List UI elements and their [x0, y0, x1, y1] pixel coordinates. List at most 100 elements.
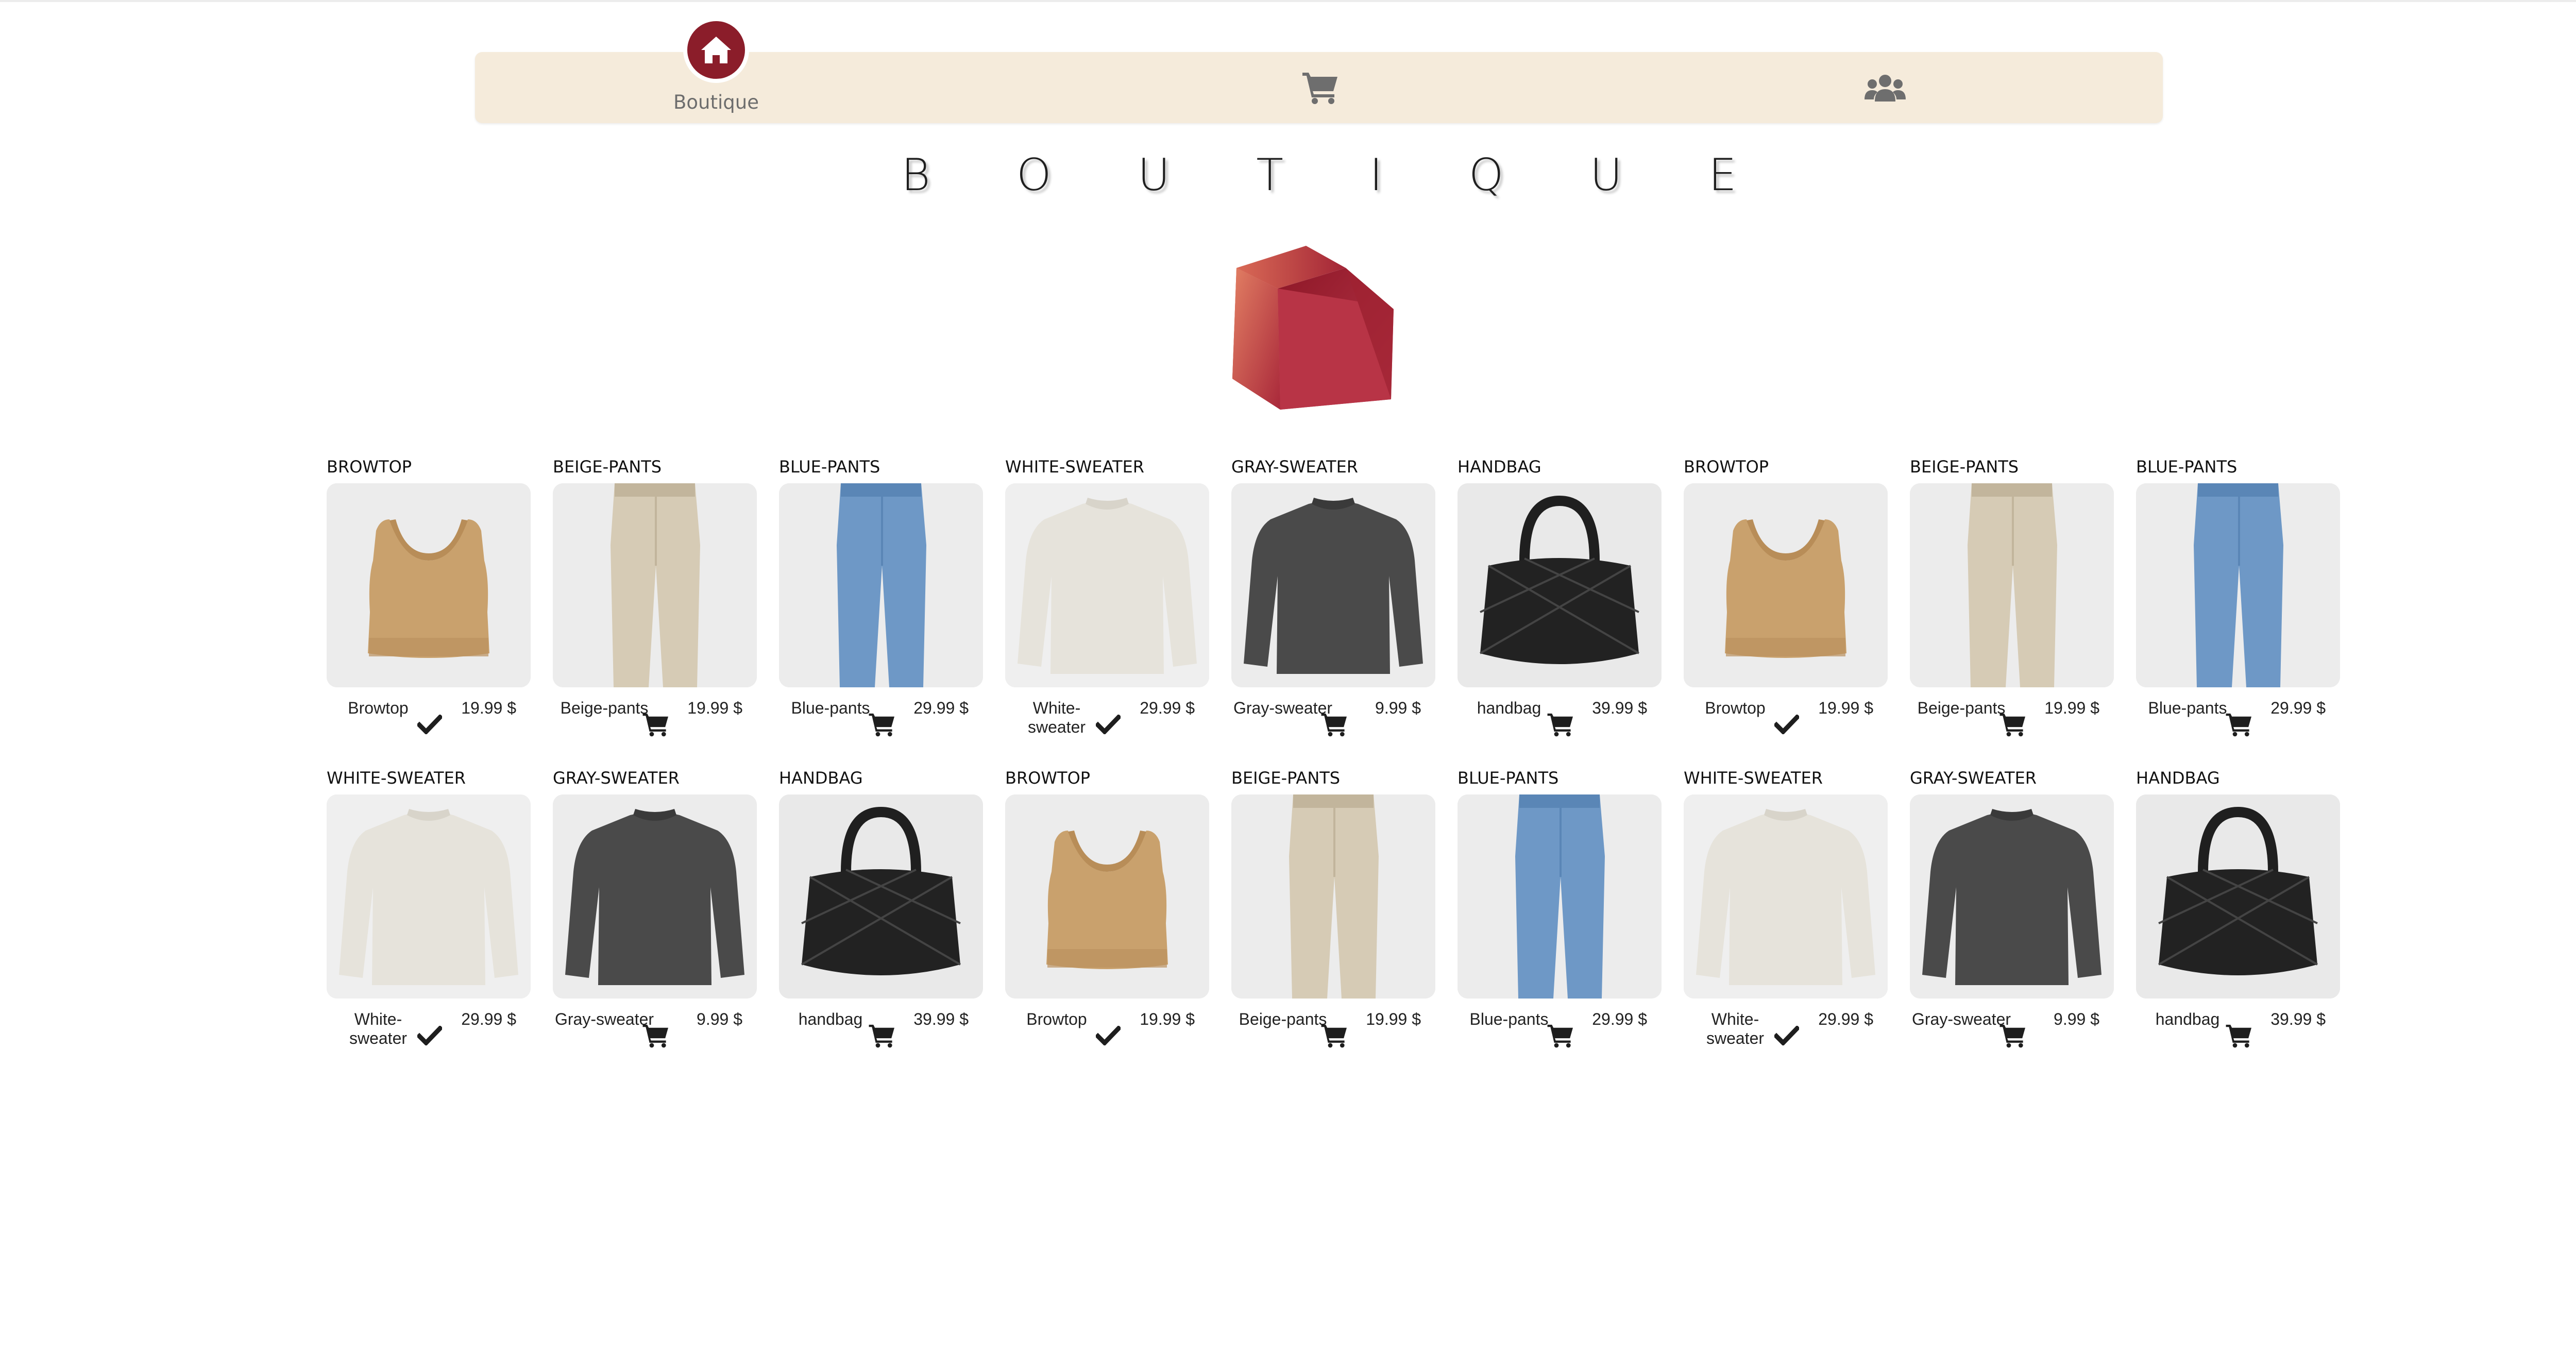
product-price: 39.99 $ — [913, 1010, 969, 1028]
add-to-cart-button[interactable] — [2224, 710, 2255, 739]
add-to-cart-button[interactable] — [1319, 1021, 1350, 1050]
product-price: 29.99 $ — [913, 699, 969, 717]
product-image[interactable] — [779, 794, 983, 999]
product-image[interactable] — [1005, 483, 1209, 687]
added-check-button[interactable] — [414, 710, 445, 739]
product-image[interactable] — [1458, 794, 1662, 999]
product-card: WHITE-SWEATER White-sweater 29.99 $ — [1684, 767, 1891, 1078]
product-price: 19.99 $ — [2044, 699, 2099, 717]
product-image[interactable] — [1005, 794, 1209, 999]
add-to-cart-button[interactable] — [1319, 710, 1350, 739]
nav-item-boutique[interactable]: Boutique — [666, 17, 767, 123]
product-name: BLUE-PANTS — [1458, 768, 1559, 788]
cart-icon — [868, 1023, 896, 1048]
cart-icon — [1999, 1023, 2027, 1048]
product-card: BLUE-PANTS Blue-pants 29.99 $ — [1458, 767, 1665, 1078]
product-price: 9.99 $ — [697, 1010, 742, 1028]
add-to-cart-button[interactable] — [1997, 710, 2028, 739]
add-to-cart-button[interactable] — [2224, 1021, 2255, 1050]
nav-item-users[interactable] — [1852, 52, 1919, 123]
check-icon — [1096, 1026, 1121, 1045]
product-image[interactable] — [327, 794, 531, 999]
check-icon — [417, 1026, 442, 1045]
product-card: BROWTOP Browtop 19.99 $ — [327, 455, 534, 767]
add-to-cart-button[interactable] — [867, 1021, 897, 1050]
product-card: BROWTOP Browtop 19.99 $ — [1005, 767, 1212, 1078]
product-image[interactable] — [1910, 483, 2114, 687]
users-icon[interactable] — [1863, 72, 1907, 104]
product-image[interactable] — [779, 483, 983, 687]
product-image[interactable] — [1458, 483, 1662, 687]
product-name: BLUE-PANTS — [779, 457, 880, 477]
product-name: GRAY-SWEATER — [1231, 457, 1359, 477]
product-name: BEIGE-PANTS — [553, 457, 662, 477]
cart-icon — [1320, 712, 1348, 737]
product-card: GRAY-SWEATER Gray-sweater 9.99 $ — [1910, 767, 2117, 1078]
cart-icon — [868, 712, 896, 737]
product-image[interactable] — [553, 483, 757, 687]
cart-icon — [1320, 1023, 1348, 1048]
product-price: 39.99 $ — [1592, 699, 1647, 717]
check-icon — [1774, 1026, 1799, 1045]
product-image[interactable] — [1231, 483, 1435, 687]
product-image[interactable] — [327, 483, 531, 687]
top-border — [0, 0, 2576, 2]
add-to-cart-button[interactable] — [1545, 710, 1576, 739]
product-image[interactable] — [2136, 483, 2340, 687]
product-image[interactable] — [2136, 794, 2340, 999]
added-check-button[interactable] — [414, 1021, 445, 1050]
product-image[interactable] — [1684, 794, 1888, 999]
nav-item-label[interactable]: Boutique — [666, 91, 767, 113]
product-name: WHITE-SWEATER — [327, 768, 466, 788]
product-image[interactable] — [1684, 483, 1888, 687]
product-name: HANDBAG — [1458, 457, 1541, 477]
product-image[interactable] — [553, 794, 757, 999]
home-icon[interactable] — [683, 17, 749, 83]
product-price: 29.99 $ — [2270, 699, 2326, 717]
product-card: HANDBAG handbag 39.99 $ — [1458, 455, 1665, 767]
product-name: BROWTOP — [327, 457, 412, 477]
added-check-button[interactable] — [1093, 710, 1124, 739]
product-name: GRAY-SWEATER — [553, 768, 680, 788]
product-name: HANDBAG — [779, 768, 863, 788]
product-name: BEIGE-PANTS — [1910, 457, 2019, 477]
product-card: BLUE-PANTS Blue-pants 29.99 $ — [779, 455, 986, 767]
added-check-button[interactable] — [1771, 710, 1802, 739]
product-card: HANDBAG handbag 39.99 $ — [779, 767, 986, 1078]
cart-icon — [2225, 712, 2253, 737]
cart-icon — [1999, 712, 2027, 737]
add-to-cart-button[interactable] — [640, 1021, 671, 1050]
product-name: GRAY-SWEATER — [1910, 768, 2037, 788]
product-price: 19.99 $ — [1818, 699, 1873, 717]
product-card: GRAY-SWEATER Gray-sweater 9.99 $ — [1231, 455, 1438, 767]
add-to-cart-button[interactable] — [1545, 1021, 1576, 1050]
product-price: 19.99 $ — [1140, 1010, 1195, 1028]
product-card: WHITE-SWEATER White-sweater 29.99 $ — [1005, 455, 1212, 767]
check-icon — [1774, 715, 1799, 734]
added-check-button[interactable] — [1771, 1021, 1802, 1050]
product-card: BEIGE-PANTS Beige-pants 19.99 $ — [1231, 767, 1438, 1078]
cart-icon — [642, 1023, 670, 1048]
add-to-cart-button[interactable] — [1997, 1021, 2028, 1050]
product-name: BLUE-PANTS — [2136, 457, 2238, 477]
add-to-cart-button[interactable] — [867, 710, 897, 739]
product-price: 39.99 $ — [2270, 1010, 2326, 1028]
nav-bar: Boutique — [475, 17, 2163, 123]
nav-item-cart[interactable] — [1292, 52, 1349, 123]
added-check-button[interactable] — [1093, 1021, 1124, 1050]
page-title: B O U T I Q U E — [901, 149, 1773, 201]
cart-icon — [1547, 1023, 1574, 1048]
product-image[interactable] — [1910, 794, 2114, 999]
product-price: 29.99 $ — [1818, 1010, 1873, 1028]
cube-logo — [1226, 240, 1401, 412]
product-card: BROWTOP Browtop 19.99 $ — [1684, 455, 1891, 767]
add-to-cart-button[interactable] — [640, 710, 671, 739]
product-card: HANDBAG handbag 39.99 $ — [2136, 767, 2343, 1078]
product-price: 19.99 $ — [1366, 1010, 1421, 1028]
product-image[interactable] — [1231, 794, 1435, 999]
product-card: BEIGE-PANTS Beige-pants 19.99 $ — [1910, 455, 2117, 767]
product-name: BEIGE-PANTS — [1231, 768, 1341, 788]
cart-icon[interactable] — [1301, 71, 1340, 105]
cart-icon — [642, 712, 670, 737]
product-price: 19.99 $ — [687, 699, 742, 717]
